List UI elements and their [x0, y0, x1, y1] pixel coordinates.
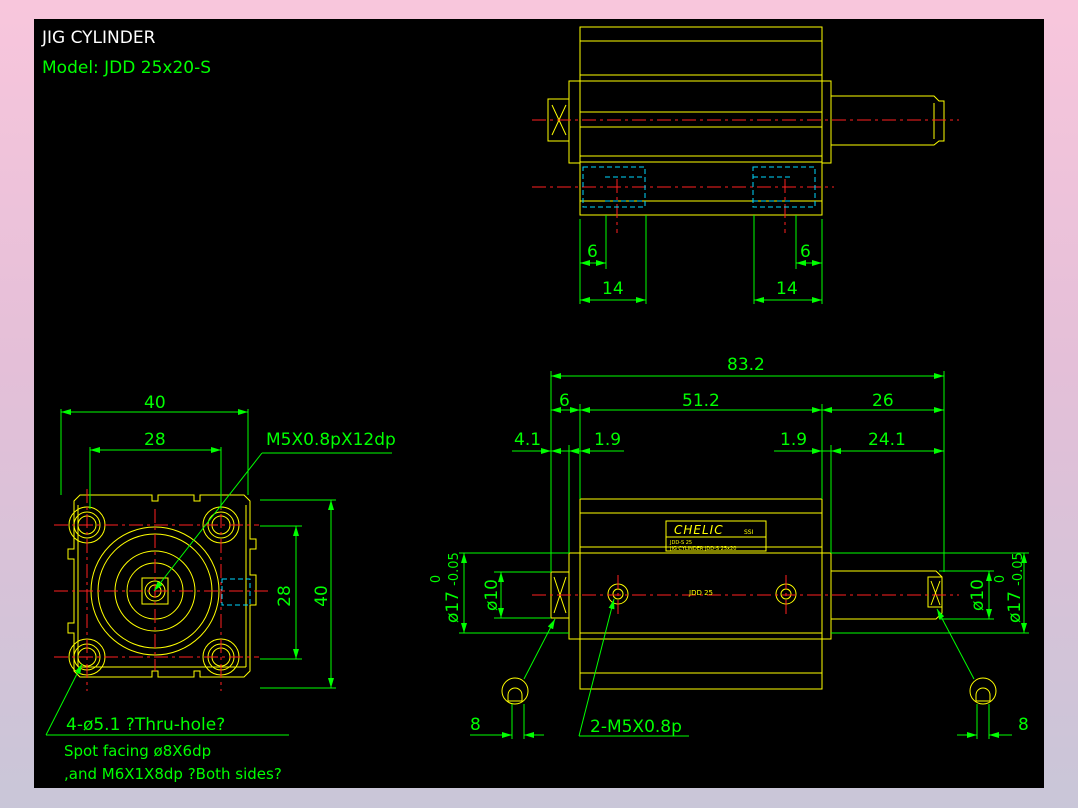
- spot-facing-note: Spot facing ø8X6dp: [64, 742, 211, 760]
- drawing-title: JIG CYLINDER: [41, 28, 156, 48]
- dim-end-28-width: 28: [144, 430, 166, 450]
- dim-end-40-height: 40: [312, 585, 332, 607]
- counterbore-note: ,and M6X1X8dp ?Both sides?: [64, 765, 282, 783]
- tol-right-lower: -0.05: [1011, 552, 1026, 586]
- dim-side-26: 26: [872, 391, 894, 411]
- dim-side-83-2: 83.2: [727, 355, 765, 375]
- dim-top-6-right: 6: [800, 242, 811, 262]
- tol-left-lower: -0.05: [447, 552, 462, 586]
- end-view: 40 28 28 40 M5X0.8pX12dp 4-ø5.1 ?Thru-ho…: [45, 393, 396, 783]
- dim-top-14-left: 14: [602, 279, 624, 299]
- dia-right-17: ø17: [1005, 591, 1025, 623]
- top-view: 6 6 14 14: [532, 26, 959, 304]
- dim-side-4-1: 4.1: [514, 430, 541, 450]
- dim-end-40-width: 40: [144, 393, 166, 413]
- model-label: Model: JDD 25x20-S: [42, 58, 211, 78]
- tol-right-upper: 0: [993, 575, 1008, 583]
- body-marking: JDD 25: [688, 589, 713, 597]
- dim-side-8-right: 8: [1018, 715, 1029, 735]
- brand-logo: CHELIC: [674, 523, 724, 537]
- drawing-svg: JIG CYLINDER Model: JDD 25x20-S 6 6 14 1…: [41, 26, 1029, 783]
- side-view: CHELIC SSI JDD-S 25 JIG CYLINDER JDD-S 2…: [429, 355, 1029, 739]
- dim-side-6: 6: [559, 391, 570, 411]
- dim-side-8-left: 8: [470, 715, 481, 735]
- label-line-2: JIG CYLINDER JDD-S 25x20: [669, 546, 736, 552]
- dim-side-51-2: 51.2: [682, 391, 720, 411]
- ports-callout: 2-M5X0.8p: [590, 717, 682, 737]
- dim-top-6-left: 6: [587, 242, 598, 262]
- dia-left-17: ø17: [443, 591, 463, 623]
- dim-top-14-right: 14: [776, 279, 798, 299]
- brand-suffix: SSI: [744, 529, 754, 536]
- hole-callout: 4-ø5.1 ?Thru-hole?: [66, 715, 225, 735]
- dim-side-1-9-left: 1.9: [594, 430, 621, 450]
- dim-side-1-9-right: 1.9: [780, 430, 807, 450]
- dia-left-10: ø10: [482, 579, 502, 611]
- thread-callout: M5X0.8pX12dp: [266, 430, 396, 450]
- dia-right-10: ø10: [968, 579, 988, 611]
- dim-end-28-height: 28: [275, 585, 295, 607]
- dim-side-24-1: 24.1: [868, 430, 906, 450]
- cad-drawing-canvas: JIG CYLINDER Model: JDD 25x20-S 6 6 14 1…: [34, 19, 1044, 788]
- tol-left-upper: 0: [429, 575, 444, 583]
